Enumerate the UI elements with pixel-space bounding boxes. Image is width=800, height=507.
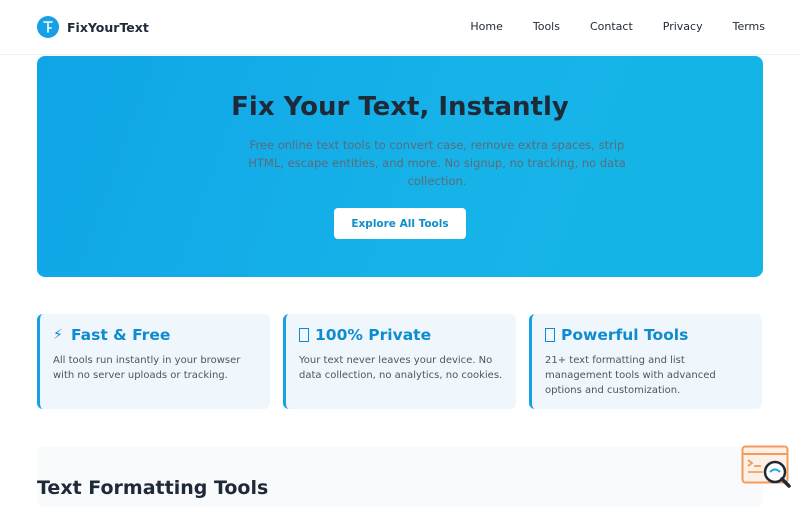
feature-description: All tools run instantly in your browser … bbox=[53, 355, 241, 381]
lightning-icon: ⚡ bbox=[53, 327, 63, 343]
nav-contact[interactable]: Contact bbox=[590, 20, 633, 33]
feature-title: Fast & Free bbox=[71, 326, 171, 344]
hero-subtitle: Free online text tools to convert case, … bbox=[248, 138, 626, 188]
feature-title: Powerful Tools bbox=[561, 326, 689, 344]
site-header: FixYourText Home Tools Contact Privacy T… bbox=[0, 0, 800, 55]
brand[interactable]: FixYourText bbox=[37, 16, 149, 38]
feature-description: Your text never leaves your device. No d… bbox=[299, 355, 503, 381]
text-formatting-section: Text Formatting Tools bbox=[37, 447, 763, 507]
nav-terms[interactable]: Terms bbox=[733, 20, 765, 33]
feature-card-private: 100% Private Your text never leaves your… bbox=[283, 314, 516, 409]
nav-privacy[interactable]: Privacy bbox=[663, 20, 703, 33]
wrench-icon bbox=[545, 328, 555, 342]
explore-tools-button[interactable]: Explore All Tools bbox=[334, 208, 466, 239]
section-title: Text Formatting Tools bbox=[37, 477, 269, 499]
lock-icon bbox=[299, 328, 309, 342]
feature-title: 100% Private bbox=[315, 326, 432, 344]
hero-banner: Fix Your Text, Instantly Free online tex… bbox=[37, 56, 763, 277]
feature-card-fast: ⚡ Fast & Free All tools run instantly in… bbox=[37, 314, 270, 409]
nav-tools[interactable]: Tools bbox=[533, 20, 560, 33]
brand-name: FixYourText bbox=[67, 19, 149, 35]
feature-card-powerful: Powerful Tools 21+ text formatting and l… bbox=[529, 314, 762, 409]
hero-title: Fix Your Text, Instantly bbox=[231, 92, 569, 122]
logo-icon bbox=[37, 16, 59, 38]
main-nav: Home Tools Contact Privacy Terms bbox=[470, 20, 765, 33]
feature-description: 21+ text formatting and list management … bbox=[545, 355, 716, 396]
search-widget-icon[interactable] bbox=[741, 445, 793, 490]
nav-home[interactable]: Home bbox=[470, 20, 502, 33]
